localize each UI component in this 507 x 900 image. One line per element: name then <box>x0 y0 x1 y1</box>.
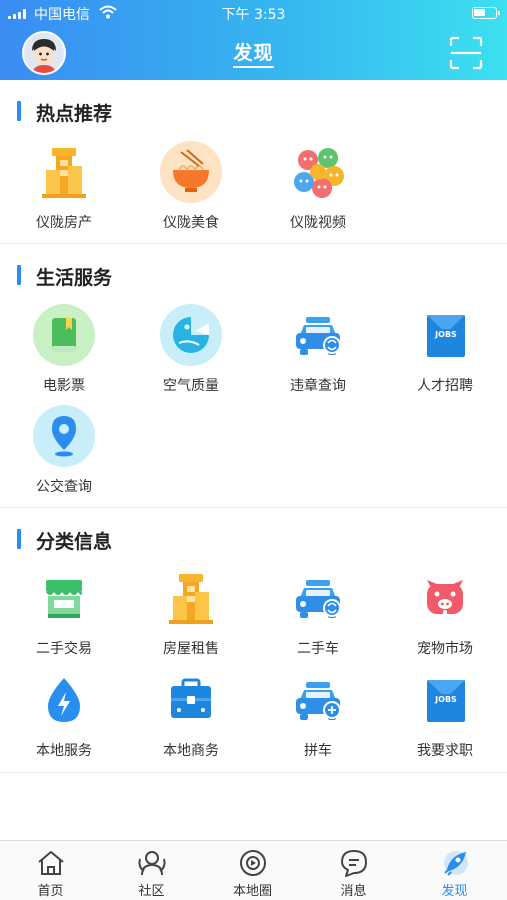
grid-item-movie-ticket[interactable]: 电影票 <box>14 303 114 395</box>
grid-item-label: 空气质量 <box>163 378 219 394</box>
section-life-services: 生活服务 电影票 空气质量 违章查询 JOBS 人才招聘 公交查询 <box>0 244 507 507</box>
tab-home[interactable]: 首页 <box>0 847 101 899</box>
section-classified: 分类信息 二手交易 房屋租售 二手车 宠物市场 本地服务 本地商务 拼车 JOB… <box>0 508 507 772</box>
grid-item-label: 宠物市场 <box>417 641 473 657</box>
svg-text:JOBS: JOBS <box>434 695 457 704</box>
battery-icon <box>472 7 500 19</box>
tab-label: 本地圈 <box>232 884 272 899</box>
car-icon <box>296 317 341 355</box>
grid-item-local-service[interactable]: 本地服务 <box>14 668 114 760</box>
grid-item-bus-query[interactable]: 公交查询 <box>14 404 114 496</box>
grid-item-air-quality[interactable]: 空气质量 <box>141 303 241 395</box>
message-icon <box>340 850 367 877</box>
grid-item-label: 二手交易 <box>36 641 92 657</box>
grid-item-jobs[interactable]: JOBS 人才招聘 <box>395 303 495 395</box>
tab-label: 首页 <box>37 884 64 899</box>
section-divider <box>0 772 507 773</box>
noodle-bowl-icon <box>160 141 222 203</box>
section-hot: 热点推荐 仪陇房产 仪陇美食 仪陇视频 <box>0 80 507 243</box>
grid-item-housing[interactable]: 仪陇房产 <box>14 140 114 232</box>
tab-messages[interactable]: 消息 <box>303 847 404 899</box>
grid-item-label: 人才招聘 <box>417 378 473 394</box>
grid-item-video[interactable]: 仪陇视频 <box>268 140 368 232</box>
grid-item-local-business[interactable]: 本地商务 <box>141 668 241 760</box>
tab-local-circle[interactable]: 本地圈 <box>202 847 303 899</box>
section-title: 热点推荐 <box>36 103 113 125</box>
page-title: 发现 <box>0 38 507 68</box>
grid-item-used-car[interactable]: 二手车 <box>268 566 368 658</box>
grid-item-label: 仪陇视频 <box>290 215 346 231</box>
location-pin-icon <box>33 405 95 467</box>
tab-label: 社区 <box>138 884 165 899</box>
community-icon <box>138 851 165 876</box>
header: 中国电信 下午 3:53 发现 <box>0 0 507 80</box>
grid-item-house-rental[interactable]: 房屋租售 <box>141 566 241 658</box>
carpool-icon <box>296 682 341 720</box>
scan-icon[interactable] <box>449 36 483 70</box>
grid-item-food[interactable]: 仪陇美食 <box>141 140 241 232</box>
building-icon <box>169 574 213 624</box>
book-icon <box>33 304 95 366</box>
car-icon <box>296 580 341 618</box>
status-bar: 中国电信 下午 3:53 <box>0 0 507 26</box>
market-stall-icon <box>46 580 82 618</box>
tab-bar: 首页 社区 本地圈 消息 发现 <box>0 840 507 900</box>
grid-item-label: 仪陇美食 <box>163 215 219 231</box>
drop-icon <box>48 678 80 722</box>
section-marker <box>17 529 21 549</box>
local-circle-icon <box>239 850 266 876</box>
grid-item-label: 拼车 <box>304 743 332 759</box>
section-title: 生活服务 <box>36 267 113 289</box>
grid-item-label: 电影票 <box>43 378 85 394</box>
clock: 下午 3:53 <box>221 7 286 23</box>
grid-item-label: 仪陇房产 <box>36 215 92 231</box>
section-marker <box>17 265 21 285</box>
tab-community[interactable]: 社区 <box>101 847 202 899</box>
grid-item-pet-market[interactable]: 宠物市场 <box>395 566 495 658</box>
grid-item-job-seeking[interactable]: JOBS 我要求职 <box>395 668 495 760</box>
rocket-icon <box>443 851 468 876</box>
grid-item-label: 本地商务 <box>163 743 219 759</box>
section-title: 分类信息 <box>36 531 113 553</box>
jobs-icon: JOBS <box>427 315 465 357</box>
air-quality-icon <box>160 304 222 366</box>
svg-text:JOBS: JOBS <box>434 330 457 339</box>
grid-item-label: 违章查询 <box>290 378 346 394</box>
grid-item-label: 我要求职 <box>417 743 473 759</box>
pig-icon <box>427 580 463 616</box>
tab-label: 消息 <box>340 884 367 899</box>
tab-discover[interactable]: 发现 <box>404 847 505 899</box>
grid-item-violation-query[interactable]: 违章查询 <box>268 303 368 395</box>
building-icon <box>42 148 86 198</box>
home-icon <box>37 851 64 875</box>
grid-item-second-hand[interactable]: 二手交易 <box>14 566 114 658</box>
tab-label: 发现 <box>441 884 468 899</box>
grid-item-label: 本地服务 <box>36 743 92 759</box>
grid-item-label: 公交查询 <box>36 479 92 495</box>
section-marker <box>17 101 21 121</box>
grid-item-label: 二手车 <box>297 641 339 657</box>
grid-item-carpool[interactable]: 拼车 <box>268 668 368 760</box>
grid-item-label: 房屋租售 <box>163 641 219 657</box>
jobs-icon: JOBS <box>427 680 465 722</box>
briefcase-icon <box>171 678 211 718</box>
faces-icon <box>288 142 348 202</box>
